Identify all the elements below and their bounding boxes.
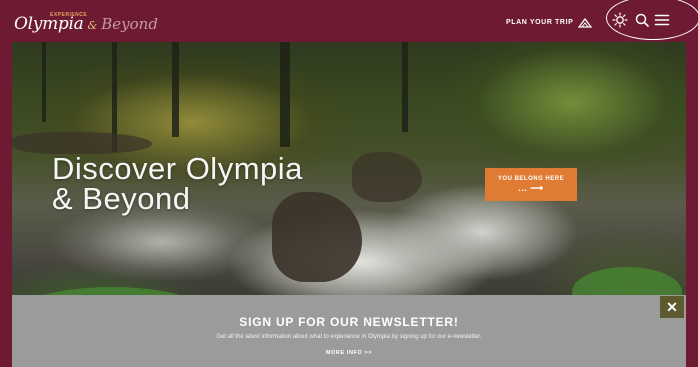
hero-title: Discover Olympia & Beyond bbox=[52, 151, 352, 216]
cta-label: YOU BELONG HERE bbox=[497, 176, 565, 182]
newsletter-description: Get all the latest information about wha… bbox=[216, 334, 482, 340]
tree-trunk bbox=[280, 42, 290, 147]
newsletter-banner: SIGN UP FOR OUR NEWSLETTER! Get all the … bbox=[12, 295, 686, 367]
newsletter-more-info-link[interactable]: MORE INFO >> bbox=[12, 350, 686, 356]
site-logo[interactable]: Experience Olympia & Beyond bbox=[14, 6, 158, 36]
tree-trunk bbox=[402, 42, 408, 132]
hero-title-line-1: Discover Olympia bbox=[52, 151, 303, 186]
site-header: Experience Olympia & Beyond PLAN YOUR TR… bbox=[0, 0, 698, 42]
newsletter-close-button[interactable]: ✕ bbox=[660, 296, 684, 318]
mountain-icon bbox=[578, 17, 593, 28]
you-belong-here-button[interactable]: YOU BELONG HERE ... ⟶ bbox=[485, 168, 577, 201]
logo-ampersand: & bbox=[87, 19, 98, 32]
search-icon[interactable] bbox=[634, 12, 650, 28]
plan-your-trip-link[interactable]: PLAN YOUR TRIP bbox=[506, 15, 593, 29]
close-icon: ✕ bbox=[666, 298, 678, 315]
tree-trunk bbox=[172, 42, 179, 137]
plan-your-trip-label: PLAN YOUR TRIP bbox=[506, 18, 574, 26]
hamburger-menu-icon[interactable] bbox=[654, 12, 670, 28]
logo-tagline: Experience bbox=[50, 12, 88, 18]
logo-beyond: Beyond bbox=[101, 15, 158, 33]
tree-trunk bbox=[42, 42, 46, 122]
arrow-right-icon: ... ⟶ bbox=[518, 183, 544, 193]
weather-sun-icon[interactable] bbox=[612, 12, 628, 28]
rock bbox=[352, 152, 422, 202]
newsletter-title: SIGN UP FOR OUR NEWSLETTER! bbox=[239, 315, 459, 329]
hero-title-line-2: & Beyond bbox=[52, 181, 191, 216]
